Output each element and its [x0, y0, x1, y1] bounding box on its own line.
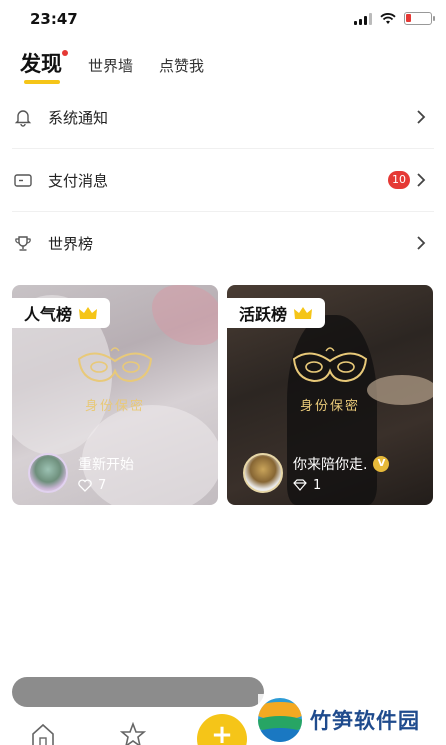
menu-item-label: 系统通知	[48, 108, 109, 127]
user-name: 重新开始	[78, 456, 134, 473]
card-tag: 人气榜	[12, 298, 111, 328]
card-tag-label: 人气榜	[24, 305, 73, 324]
unread-count-badge: 10	[388, 171, 410, 189]
star-icon[interactable]	[120, 722, 146, 745]
menu-item-label: 世界榜	[48, 235, 94, 253]
crown-icon	[79, 307, 98, 319]
ranking-cards: 人气榜 身份保密 重新开始 7 活跃榜 身份保密 你来陪你走. V 1	[12, 285, 434, 505]
avatar[interactable]	[28, 453, 68, 493]
watermark-logo	[258, 697, 302, 742]
menu-item-system-notice[interactable]: 系统通知	[12, 86, 434, 149]
identity-hidden-mask: 身份保密	[285, 345, 375, 414]
top-tabs: 发现 世界墙 点赞我	[20, 44, 204, 84]
mask-caption: 身份保密	[299, 399, 360, 414]
status-time: 23:47	[30, 10, 78, 28]
wallet-icon	[12, 169, 34, 191]
card-tag-label: 活跃榜	[239, 305, 288, 324]
avatar[interactable]	[243, 453, 283, 493]
masquerade-mask-icon	[292, 347, 368, 383]
unread-dot	[62, 50, 68, 56]
user-name: 你来陪你走. V	[293, 454, 390, 474]
watermark: 竹笋软件园	[258, 694, 446, 745]
masquerade-mask-icon	[77, 347, 153, 383]
diamond-count-value: 1	[313, 477, 322, 493]
tab-world-wall[interactable]: 世界墙	[88, 55, 133, 84]
tab-liked-me[interactable]: 点赞我	[159, 55, 204, 84]
trophy-icon	[12, 233, 34, 255]
status-icons	[354, 12, 435, 25]
crown-icon	[294, 307, 313, 319]
chevron-right-icon	[412, 171, 430, 189]
active-tab-indicator	[24, 80, 60, 84]
signal-icon	[354, 12, 372, 25]
card-user: 重新开始 7	[28, 453, 134, 493]
identity-hidden-mask: 身份保密	[70, 345, 160, 414]
mask-caption: 身份保密	[84, 399, 145, 414]
menu-list: 系统通知 支付消息 10 世界榜	[12, 86, 434, 275]
watermark-text: 竹笋软件园	[310, 708, 420, 733]
activity-ranking-card[interactable]: 活跃榜 身份保密 你来陪你走. V 1	[227, 285, 433, 505]
card-user: 你来陪你走. V 1	[243, 453, 390, 493]
menu-item-label: 支付消息	[48, 171, 109, 190]
diamond-icon	[293, 479, 307, 491]
status-bar: 23:47	[0, 0, 446, 40]
battery-icon	[404, 12, 435, 25]
chevron-right-icon	[412, 234, 430, 252]
home-icon[interactable]	[30, 722, 56, 745]
tab-label: 发现	[20, 52, 62, 76]
card-tag: 活跃榜	[227, 298, 326, 328]
like-count: 7	[78, 478, 134, 493]
chevron-right-icon	[412, 108, 430, 126]
heart-icon	[78, 478, 92, 492]
vip-badge-icon: V	[373, 455, 390, 472]
menu-item-payment-messages[interactable]: 支付消息 10	[12, 149, 434, 212]
wifi-icon	[380, 12, 396, 24]
menu-item-world-ranking[interactable]: 世界榜	[12, 212, 434, 275]
bell-icon	[12, 106, 34, 128]
tab-discover[interactable]: 发现	[20, 48, 68, 84]
diamond-count: 1	[293, 478, 389, 493]
toast-bar	[12, 677, 264, 707]
like-count-value: 7	[98, 477, 107, 493]
popularity-ranking-card[interactable]: 人气榜 身份保密 重新开始 7	[12, 285, 218, 505]
add-post-button[interactable]: +	[197, 714, 247, 745]
